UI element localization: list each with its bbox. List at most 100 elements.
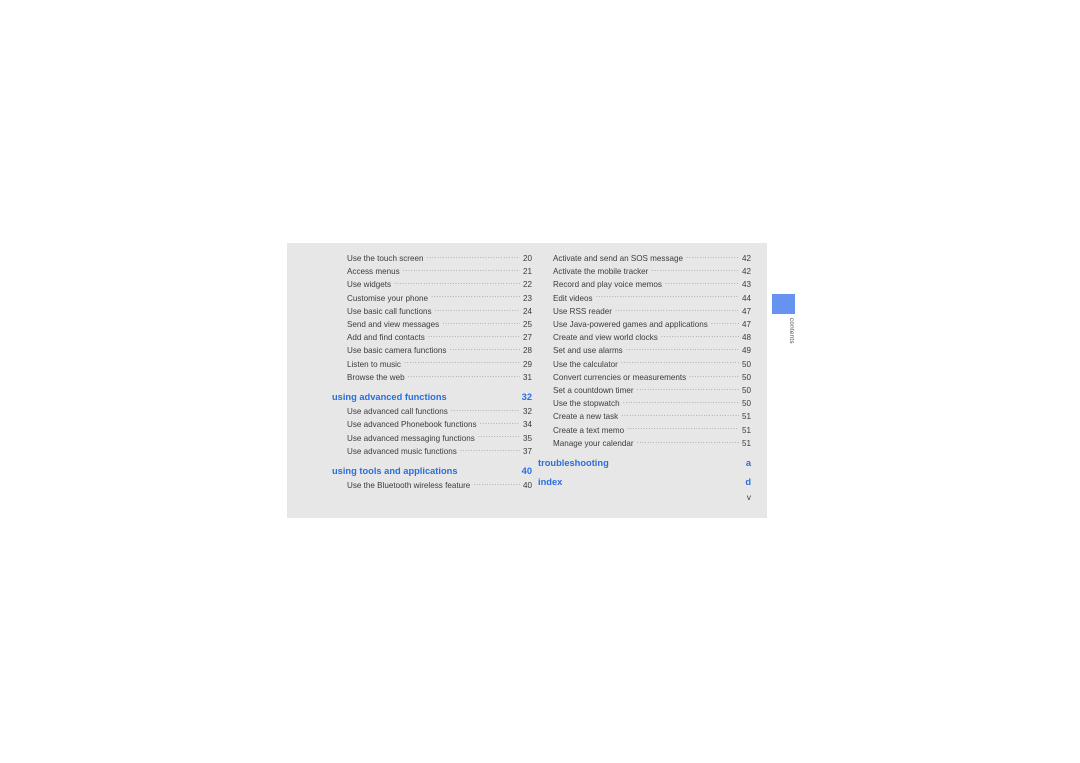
toc-entry-label: Set a countdown timer (553, 386, 634, 396)
toc-leader-dots (686, 252, 739, 261)
toc-entry[interactable]: Use RSS reader 47 (538, 305, 751, 318)
toc-entry[interactable]: Add and find contacts 27 (332, 331, 532, 344)
toc-entry[interactable]: Use the calculator 50 (538, 358, 751, 371)
toc-leader-dots (426, 252, 520, 261)
toc-entry-page-number: 42 (741, 267, 751, 277)
toc-entry[interactable]: Use the touch screen 20 (332, 252, 532, 265)
toc-entry-label: Access menus (347, 267, 400, 277)
toc-heading-page-number: d (745, 477, 751, 488)
toc-leader-dots (403, 265, 520, 274)
toc-columns: Use the touch screen20Access menus21Use … (287, 243, 767, 518)
toc-entry-label: Browse the web (347, 372, 405, 382)
side-tab-swatch (772, 294, 795, 314)
toc-entry[interactable]: Use the Bluetooth wireless feature 40 (332, 479, 532, 492)
toc-entry-page-number: 27 (522, 333, 532, 343)
toc-entry[interactable]: Create a text memo 51 (538, 424, 751, 437)
toc-leader-dots (627, 424, 739, 433)
toc-section-heading[interactable]: troubleshooting a (538, 457, 751, 469)
toc-entry-label: Use basic camera functions (347, 346, 447, 356)
toc-page-sheet: Use the touch screen20Access menus21Use … (287, 243, 767, 518)
page-folio: v (746, 492, 751, 502)
toc-entry[interactable]: Activate the mobile tracker 42 (538, 265, 751, 278)
toc-entry[interactable]: Activate and send an SOS message 42 (538, 252, 751, 265)
toc-entry[interactable]: Manage your calendar 51 (538, 437, 751, 450)
toc-leader-dots (480, 418, 520, 427)
toc-entry-label: Listen to music (347, 359, 401, 369)
toc-entry-page-number: 51 (741, 412, 751, 422)
toc-leader-dots (428, 331, 520, 340)
toc-section-heading[interactable]: index d (538, 476, 751, 488)
toc-entry[interactable]: Listen to music 29 (332, 358, 532, 371)
toc-leader-dots (665, 278, 739, 287)
toc-entry-label: Use the stopwatch (553, 399, 620, 409)
toc-heading-page-number: a (745, 458, 751, 469)
toc-leader-dots (689, 371, 739, 380)
toc-entry-label: Use advanced Phonebook functions (347, 420, 477, 430)
toc-entry-page-number: 51 (741, 438, 751, 448)
toc-entry-page-number: 21 (522, 267, 532, 277)
toc-entry[interactable]: Create and view world clocks 48 (538, 331, 751, 344)
toc-entry[interactable]: Use advanced call functions 32 (332, 405, 532, 418)
toc-heading-label: using advanced functions (332, 392, 447, 403)
toc-leader-dots (711, 318, 739, 327)
toc-entry[interactable]: Use basic call functions 24 (332, 305, 532, 318)
toc-entry-label: Create a new task (553, 412, 619, 422)
toc-leader-dots (431, 292, 520, 301)
toc-leader-dots (623, 397, 739, 406)
toc-entry-page-number: 50 (741, 372, 751, 382)
toc-entry-label: Use the calculator (553, 359, 618, 369)
toc-entry[interactable]: Send and view messages 25 (332, 318, 532, 331)
toc-entry-label: Activate and send an SOS message (553, 254, 684, 263)
toc-leader-dots (596, 292, 739, 301)
toc-entry-label: Use basic call functions (347, 306, 432, 316)
side-tab: contents (772, 294, 795, 394)
toc-entry[interactable]: Use advanced Phonebook functions 34 (332, 418, 532, 431)
toc-entry[interactable]: Use advanced messaging functions 35 (332, 432, 532, 445)
toc-entry-label: Create a text memo (553, 425, 625, 435)
toc-entry-page-number: 50 (741, 386, 751, 396)
toc-leader-dots (615, 305, 739, 314)
toc-entry-label: Use advanced call functions (347, 407, 448, 417)
toc-entry-page-number: 29 (522, 359, 532, 369)
toc-entry[interactable]: Edit videos 44 (538, 292, 751, 305)
toc-entry-page-number: 51 (741, 425, 751, 435)
toc-leader-dots (637, 384, 739, 393)
toc-leader-dots (449, 344, 520, 353)
toc-entry-label: Use widgets (347, 280, 392, 290)
toc-column-right: Activate and send an SOS message42Activa… (538, 252, 751, 490)
toc-entry-page-number: 50 (741, 359, 751, 369)
toc-entry[interactable]: Browse the web 31 (332, 371, 532, 384)
toc-entry[interactable]: Use widgets 22 (332, 278, 532, 291)
toc-heading-label: index (538, 477, 563, 488)
toc-entry-label: Convert currencies or measurements (553, 372, 687, 382)
toc-heading-label: using tools and applications (332, 466, 458, 477)
toc-entry-page-number: 22 (522, 280, 532, 290)
toc-section-heading[interactable]: using advanced functions 32 (332, 391, 532, 403)
toc-entry-label: Set and use alarms (553, 346, 623, 356)
toc-entry[interactable]: Convert currencies or measurements 50 (538, 371, 751, 384)
toc-entry[interactable]: Set a countdown timer 50 (538, 384, 751, 397)
toc-leader-dots (637, 437, 739, 446)
toc-entry[interactable]: Use basic camera functions 28 (332, 344, 532, 357)
toc-entry[interactable]: Use Java-powered games and applications 4… (538, 318, 751, 331)
toc-entry-label: Use Java-powered games and applications (553, 320, 708, 330)
toc-entry[interactable]: Create a new task 51 (538, 410, 751, 423)
toc-entry-page-number: 49 (741, 346, 751, 356)
toc-entry[interactable]: Access menus 21 (332, 265, 532, 278)
toc-entry[interactable]: Use advanced music functions 37 (332, 445, 532, 458)
toc-section-heading[interactable]: using tools and applications 40 (332, 465, 532, 477)
toc-heading-label: troubleshooting (538, 458, 609, 469)
toc-entry-page-number: 25 (522, 320, 532, 330)
toc-entry[interactable]: Set and use alarms 49 (538, 344, 751, 357)
toc-leader-dots (473, 479, 520, 488)
toc-entry[interactable]: Use the stopwatch 50 (538, 397, 751, 410)
toc-entry-page-number: 42 (741, 254, 751, 263)
toc-entry-label: Add and find contacts (347, 333, 425, 343)
toc-heading-page-number: 32 (521, 392, 532, 403)
toc-entry-label: Use advanced music functions (347, 446, 457, 456)
toc-entry-label: Use the touch screen (347, 254, 424, 263)
toc-entry[interactable]: Record and play voice memos 43 (538, 278, 751, 291)
toc-entry-page-number: 40 (522, 481, 532, 491)
toc-leader-dots (408, 371, 520, 380)
toc-entry[interactable]: Customise your phone 23 (332, 292, 532, 305)
